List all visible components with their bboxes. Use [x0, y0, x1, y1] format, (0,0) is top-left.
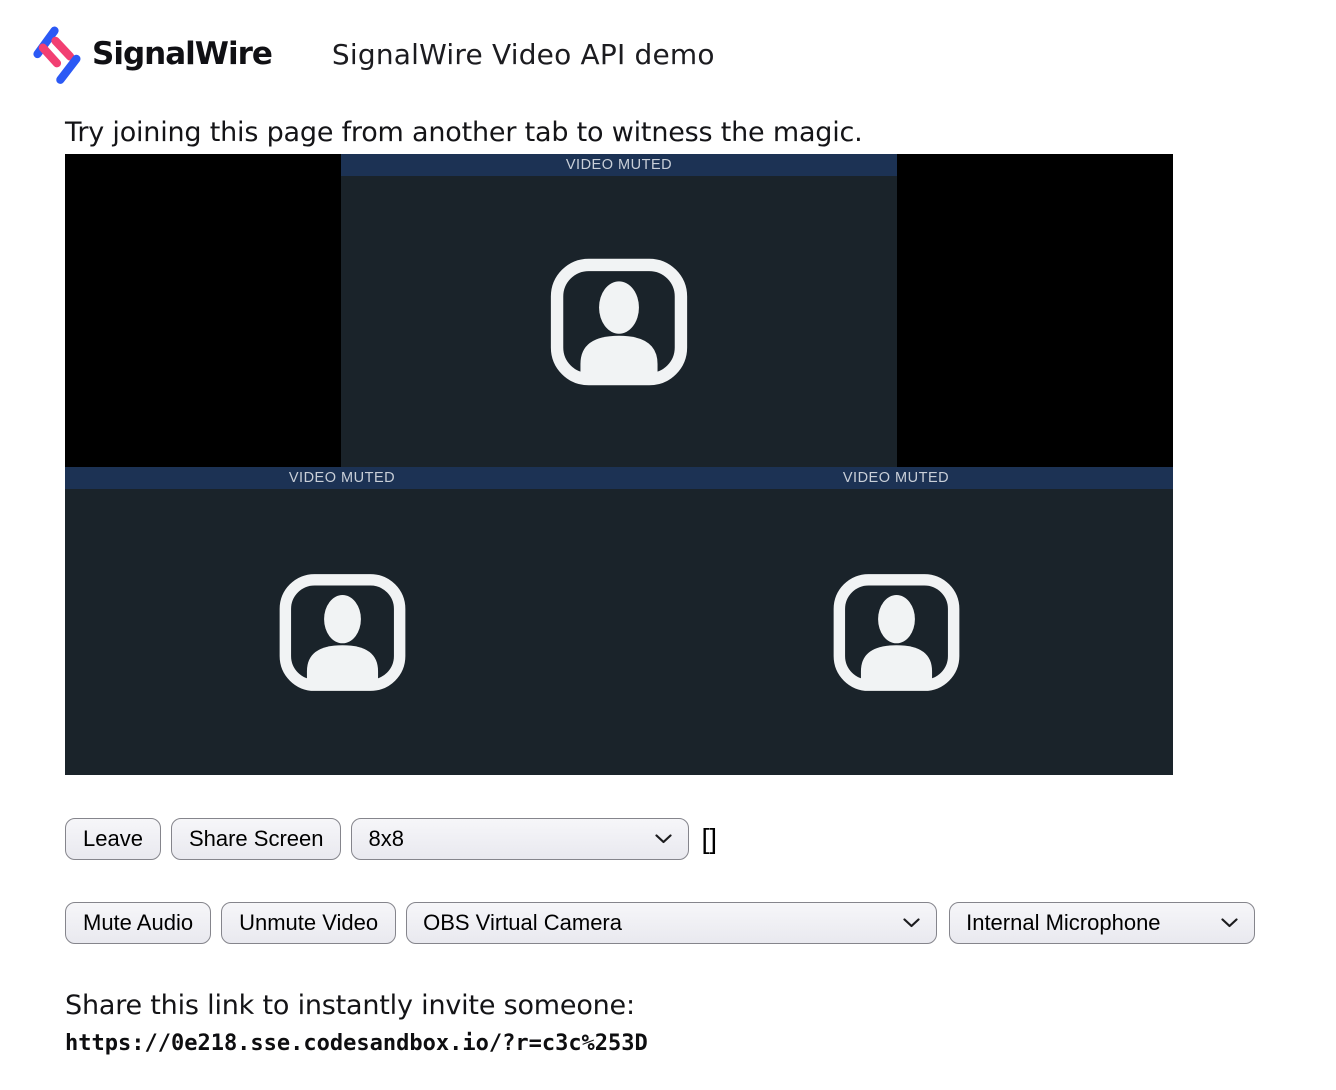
mute-audio-button[interactable]: Mute Audio — [65, 902, 211, 944]
video-tile: VIDEO MUTED — [619, 467, 1173, 775]
share-prompt: Share this link to instantly invite some… — [65, 988, 1336, 1024]
controls-row-1: Leave Share Screen 8x8 [] — [65, 818, 1336, 860]
brand-wordmark: SignalWire — [92, 36, 272, 72]
share-screen-button[interactable]: Share Screen — [171, 818, 342, 860]
header: SignalWire SignalWire Video API demo — [0, 0, 1336, 88]
layout-select-value: 8x8 — [368, 826, 403, 852]
video-muted-banner: VIDEO MUTED — [341, 154, 897, 176]
microphone-select-value: Internal Microphone — [966, 910, 1160, 936]
user-avatar-icon — [833, 573, 960, 692]
controls-row-2: Mute Audio Unmute Video OBS Virtual Came… — [65, 902, 1336, 944]
chevron-down-icon — [655, 834, 672, 844]
unmute-video-button[interactable]: Unmute Video — [221, 902, 396, 944]
leave-button[interactable]: Leave — [65, 818, 161, 860]
user-avatar-icon — [279, 573, 406, 692]
share-url: https://0e218.sse.codesandbox.io/?r=c3c%… — [65, 1031, 1336, 1056]
video-muted-banner: VIDEO MUTED — [65, 467, 619, 489]
intro-text: Try joining this page from another tab t… — [65, 115, 1336, 151]
camera-select-value: OBS Virtual Camera — [423, 910, 622, 936]
brackets-text: [] — [701, 818, 717, 860]
video-row-top: VIDEO MUTED — [65, 154, 1173, 467]
chevron-down-icon — [1221, 918, 1238, 928]
camera-select[interactable]: OBS Virtual Camera — [406, 902, 937, 944]
video-tile: VIDEO MUTED — [65, 467, 619, 775]
layout-select[interactable]: 8x8 — [351, 818, 689, 860]
video-grid: VIDEO MUTED VIDEO MUTED VIDEO MU — [65, 154, 1173, 775]
video-tile-body — [341, 176, 897, 467]
signalwire-logo-icon — [27, 20, 83, 88]
video-muted-banner: VIDEO MUTED — [619, 467, 1173, 489]
video-tile-body — [65, 489, 619, 775]
video-tile: VIDEO MUTED — [341, 154, 897, 467]
microphone-select[interactable]: Internal Microphone — [949, 902, 1255, 944]
page-title: SignalWire Video API demo — [332, 38, 715, 71]
user-avatar-icon — [550, 258, 688, 386]
chevron-down-icon — [903, 918, 920, 928]
video-row-bottom: VIDEO MUTED VIDEO MUTED — [65, 467, 1173, 775]
video-tile-body — [619, 489, 1173, 775]
